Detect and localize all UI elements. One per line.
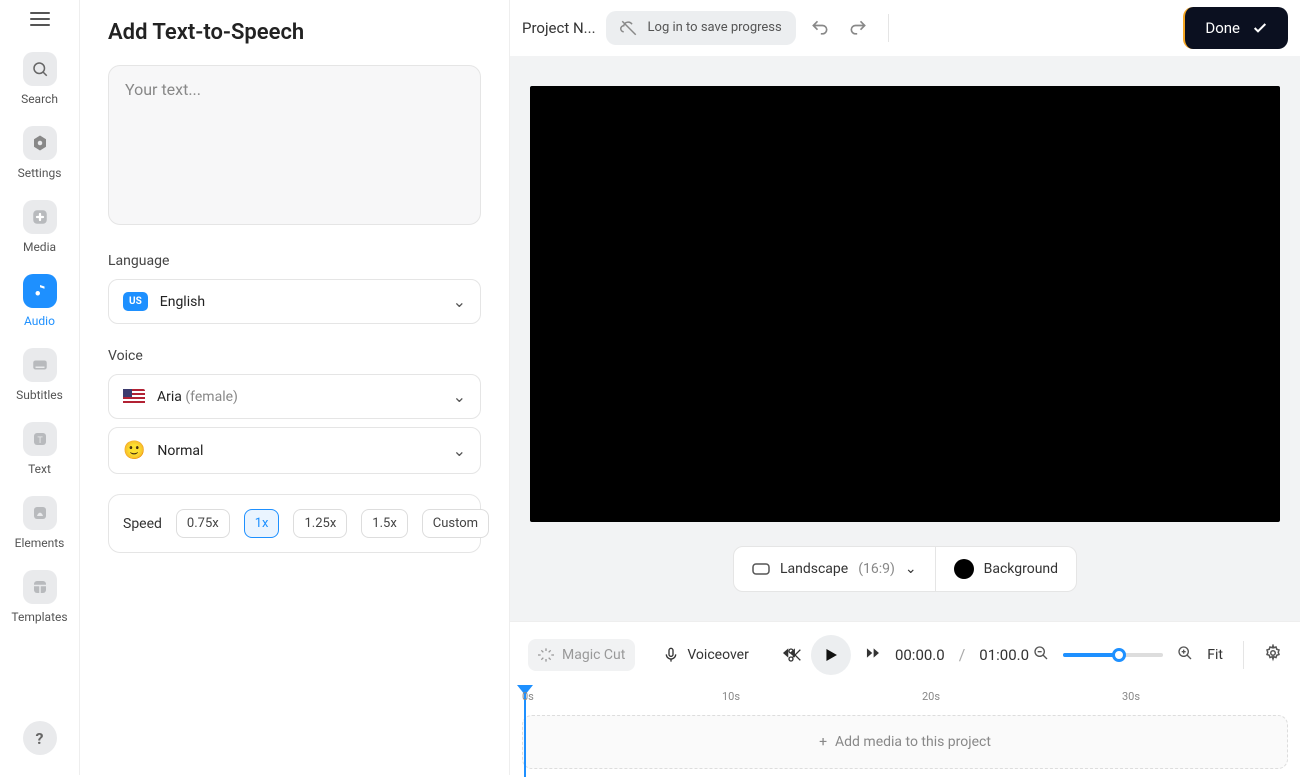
sidebar-item-label: Templates [11,610,67,624]
timeline-ruler[interactable]: 0s 10s 20s 30s 40s 50s 1m [510,687,1300,709]
tts-text-input[interactable] [108,65,481,225]
plus-icon [23,200,57,234]
speed-option[interactable]: 1x [244,509,280,538]
sidebar-item-label: Elements [15,536,65,550]
canvas-controls: Landscape (16:9) ⌄ Background [733,546,1077,592]
ruler-mark: 10s [722,690,740,703]
language-dropdown[interactable]: US English ⌄ [108,279,481,324]
voice-style: Normal [157,443,203,459]
chevron-down-icon: ⌄ [905,561,917,577]
sidebar-item-text[interactable]: T Text [0,418,79,480]
microphone-icon [663,647,679,663]
speed-option[interactable]: 0.75x [176,509,230,538]
ruler-mark: 30s [1122,690,1140,703]
search-icon [23,52,57,86]
sidebar-item-templates[interactable]: Templates [0,566,79,628]
color-swatch-icon [954,559,974,579]
sidebar: Search Settings Media Audio Subtitles [0,0,80,775]
login-prompt[interactable]: Log in to save progress [606,11,796,45]
elements-icon [23,496,57,530]
sidebar-item-search[interactable]: Search [0,48,79,110]
settings-icon [23,126,57,160]
ruler-mark: 20s [922,690,940,703]
speed-option[interactable]: Custom [422,509,489,538]
speed-selector: Speed 0.75x 1x 1.25x 1.5x Custom [108,494,481,553]
sidebar-item-audio[interactable]: Audio [0,270,79,332]
voice-style-dropdown[interactable]: 🙂 Normal ⌄ [108,427,481,474]
svg-text:T: T [37,436,43,446]
us-badge-icon: US [123,292,148,311]
audio-icon [23,274,57,308]
fit-button[interactable]: Fit [1207,647,1223,663]
zoom-controls: Fit [1033,641,1282,669]
add-media-track[interactable]: + Add media to this project [522,715,1288,769]
ruler-mark: 0s [522,690,534,703]
zoom-out-button[interactable] [1033,645,1049,665]
chevron-down-icon: ⌄ [453,292,466,311]
speed-option[interactable]: 1.5x [361,509,408,538]
sidebar-item-elements[interactable]: Elements [0,492,79,554]
voice-name: Aria (female) [157,389,238,405]
menu-button[interactable] [30,12,50,26]
skip-back-button[interactable] [781,645,797,665]
help-button[interactable]: ? [23,721,57,755]
plus-icon: + [819,734,827,750]
timeline: 0s 10s 20s 30s 40s 50s 1m + Add media to… [510,687,1300,775]
playback-controls: 00:00.0 / 01:00.0 [781,635,1029,675]
speed-label: Speed [123,516,162,532]
check-icon [1252,20,1268,36]
topbar: Project N... Log in to save progress Don… [510,0,1300,56]
timeline-settings-button[interactable] [1264,644,1282,666]
divider [888,14,889,42]
main-area: Project N... Log in to save progress Don… [510,0,1300,775]
magic-cut-button[interactable]: Magic Cut [528,639,635,671]
sidebar-item-label: Settings [18,166,62,180]
chevron-down-icon: ⌄ [453,441,466,460]
sidebar-item-label: Text [28,462,51,476]
landscape-icon [752,563,770,575]
zoom-slider[interactable] [1063,653,1163,657]
redo-button[interactable] [844,14,872,42]
panel-title: Add Text-to-Speech [108,20,481,45]
subtitles-icon [23,348,57,382]
timeline-toolbar: Magic Cut Voiceover Split 00 [510,621,1300,687]
canvas-area: Landscape (16:9) ⌄ Background [510,56,1300,621]
done-button[interactable]: Done [1183,7,1288,49]
skip-forward-button[interactable] [865,645,881,665]
sidebar-item-label: Audio [24,314,55,328]
project-name[interactable]: Project N... [522,19,596,37]
video-canvas[interactable] [530,86,1280,522]
chevron-down-icon: ⌄ [453,387,466,406]
time-separator: / [959,645,966,664]
aspect-ratio-dropdown[interactable]: Landscape (16:9) ⌄ [733,546,936,592]
background-picker[interactable]: Background [936,546,1077,592]
text-icon: T [23,422,57,456]
sparkle-icon [538,647,554,663]
smile-icon: 🙂 [123,440,145,461]
voice-label: Voice [108,348,481,364]
zoom-in-button[interactable] [1177,645,1193,665]
voice-dropdown[interactable]: Aria (female) ⌄ [108,374,481,419]
sidebar-item-label: Subtitles [16,388,63,402]
divider [1243,641,1244,669]
sidebar-item-label: Media [23,240,56,254]
us-flag-icon [123,389,145,405]
undo-button[interactable] [806,14,834,42]
sidebar-item-settings[interactable]: Settings [0,122,79,184]
cloud-off-icon [620,19,638,37]
sidebar-item-subtitles[interactable]: Subtitles [0,344,79,406]
tts-panel: Add Text-to-Speech Language US English ⌄… [80,0,510,775]
templates-icon [23,570,57,604]
time-current: 00:00.0 [895,646,945,664]
sidebar-item-label: Search [21,92,58,106]
sidebar-item-media[interactable]: Media [0,196,79,258]
language-label: Language [108,253,481,269]
speed-option[interactable]: 1.25x [293,509,347,538]
play-button[interactable] [811,635,851,675]
language-value: English [160,294,205,310]
time-total: 01:00.0 [979,646,1029,664]
voiceover-button[interactable]: Voiceover [653,639,758,671]
